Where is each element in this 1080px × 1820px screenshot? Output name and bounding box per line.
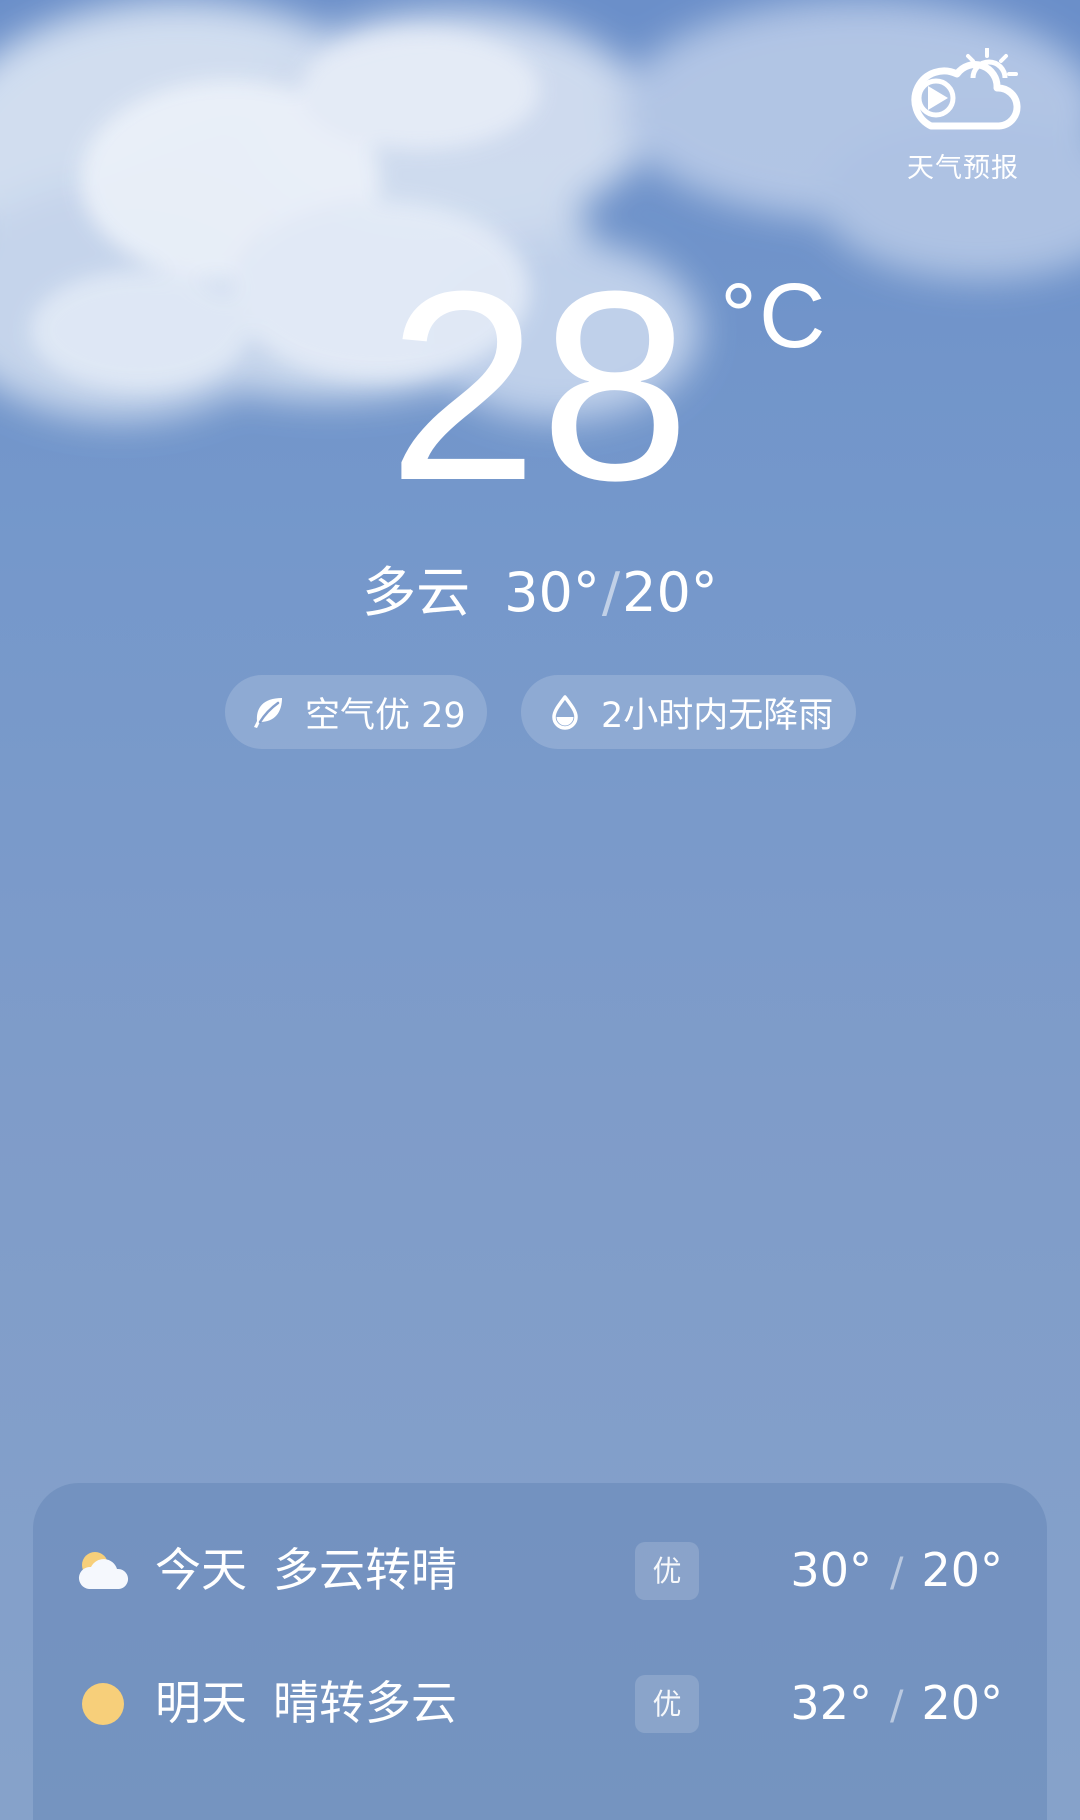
leaf-icon bbox=[251, 694, 287, 730]
sun-icon bbox=[82, 1683, 124, 1725]
daily-forecast-card: 今天 多云转晴 优 30° / 20° 明天 晴转多云 优 32° / 20° bbox=[33, 1483, 1047, 1820]
forecast-separator: / bbox=[889, 1550, 904, 1596]
current-temperature-block: 28 °C bbox=[0, 252, 1080, 522]
app-logo[interactable]: 天气预报 bbox=[898, 48, 1028, 185]
forecast-high: 30° bbox=[790, 1543, 872, 1597]
raindrop-icon bbox=[547, 694, 583, 730]
forecast-row-tomorrow[interactable]: 明天 晴转多云 优 32° / 20° bbox=[33, 1663, 1047, 1743]
today-high: 30° bbox=[504, 561, 600, 624]
weather-screen: 天气预报 28 °C 多云 30°/20° 空气优 29 2小时内无降雨 今天 … bbox=[0, 0, 1080, 1820]
current-temperature: 28 bbox=[387, 236, 693, 537]
aqi-badge: 优 bbox=[635, 1675, 699, 1733]
forecast-day-label: 今天 bbox=[155, 1543, 247, 1597]
forecast-separator: / bbox=[889, 1683, 904, 1729]
aqi-badge: 优 bbox=[635, 1542, 699, 1600]
forecast-low: 20° bbox=[921, 1676, 1003, 1730]
high-low-separator: / bbox=[601, 561, 621, 624]
video-weather-logo-icon bbox=[911, 48, 1021, 130]
forecast-row-today[interactable]: 今天 多云转晴 优 30° / 20° bbox=[33, 1530, 1047, 1610]
precipitation-label: 2小时内无降雨 bbox=[601, 695, 834, 736]
forecast-low: 20° bbox=[921, 1543, 1003, 1597]
forecast-condition: 多云转晴 bbox=[273, 1543, 457, 1597]
air-quality-label: 空气优 29 bbox=[305, 695, 466, 736]
current-summary: 多云 30°/20° bbox=[0, 558, 1080, 628]
current-condition: 多云 bbox=[362, 561, 471, 624]
partly-cloudy-icon bbox=[78, 1552, 129, 1589]
logo-label: 天气预报 bbox=[907, 153, 1019, 184]
temperature-unit: °C bbox=[720, 265, 828, 367]
air-quality-pill[interactable]: 空气优 29 bbox=[225, 675, 487, 749]
forecast-condition: 晴转多云 bbox=[273, 1676, 457, 1730]
today-low: 20° bbox=[622, 561, 718, 624]
forecast-high: 32° bbox=[790, 1676, 872, 1730]
precipitation-pill[interactable]: 2小时内无降雨 bbox=[521, 675, 856, 749]
forecast-day-label: 明天 bbox=[155, 1676, 247, 1730]
